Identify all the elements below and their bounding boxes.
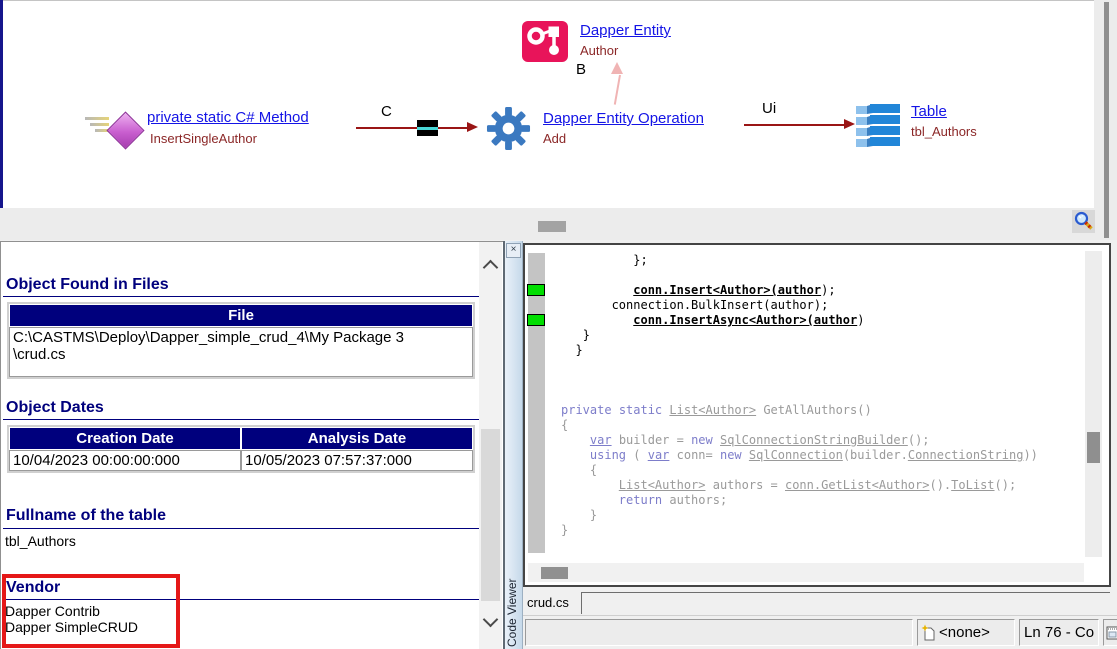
panel-scrollbar-thumb[interactable] — [481, 429, 500, 601]
red-annotation-box — [2, 574, 180, 648]
csharp-method-icon[interactable] — [106, 111, 144, 149]
tab-crud-cs[interactable]: crud.cs — [527, 595, 569, 610]
tab-border — [581, 592, 582, 614]
speed-lines-icon — [90, 123, 109, 126]
dates-table: Creation Date Analysis Date 10/04/2023 0… — [7, 425, 475, 473]
status-icon-panel[interactable] — [1103, 619, 1117, 646]
creation-date-value: 10/04/2023 00:00:00:000 — [9, 450, 241, 471]
creation-date-header: Creation Date — [9, 427, 241, 450]
code-vertical-scrollbar[interactable] — [1085, 251, 1102, 557]
status-annotation-panel: <none> — [917, 619, 1015, 646]
section-heading-object-dates: Object Dates — [6, 399, 104, 417]
code-viewer-strip-label: Code Viewer — [505, 409, 521, 649]
magnifier-icon — [1073, 211, 1094, 232]
code-lines: }; conn.Insert<Author>(author); connecti… — [528, 253, 1038, 553]
file-table: File C:\CASTMS\Deploy\Dapper_simple_crud… — [7, 302, 475, 379]
method-node-name: InsertSingleAuthor — [150, 131, 257, 146]
operation-node-name: Add — [543, 131, 566, 146]
close-icon[interactable]: × — [506, 243, 521, 258]
divider — [3, 419, 479, 420]
fullname-value: tbl_Authors — [5, 533, 76, 549]
code-horizontal-scrollbar-thumb[interactable] — [541, 567, 568, 579]
divider — [3, 528, 479, 529]
edge-line-c — [356, 127, 468, 129]
entity-node-link[interactable]: Dapper Entity — [580, 22, 671, 39]
annotation-value: <none> — [939, 624, 990, 641]
table-node-link[interactable]: Table — [911, 103, 947, 120]
analysis-date-header: Analysis Date — [241, 427, 473, 450]
line-col-value: Ln 76 - Co — [1024, 624, 1094, 641]
application-window: private static C# Method InsertSingleAut… — [0, 0, 1117, 649]
file-path-line2: \crud.cs — [13, 346, 469, 363]
section-heading-fullname: Fullname of the table — [6, 507, 166, 525]
diagram-horizontal-scrollbar-thumb[interactable] — [538, 221, 566, 232]
object-properties-panel: Object Found in Files File C:\CASTMS\Dep… — [0, 241, 503, 649]
diagram-vertical-scrollbar-thumb[interactable] — [1104, 2, 1109, 238]
entity-badge: B — [576, 61, 586, 78]
annotation-icon — [921, 624, 936, 642]
code-horizontal-scrollbar[interactable] — [528, 563, 1084, 582]
status-message-panel — [525, 619, 913, 646]
link-decoration-icon — [417, 120, 438, 136]
file-path-cell: C:\CASTMS\Deploy\Dapper_simple_crud_4\My… — [9, 327, 473, 377]
arrowhead-icon — [467, 122, 478, 132]
diagram-canvas[interactable]: private static C# Method InsertSingleAut… — [0, 0, 1117, 208]
operation-node-link[interactable]: Dapper Entity Operation — [543, 110, 704, 127]
left-accent-border — [0, 0, 3, 208]
window-icon — [1106, 624, 1117, 641]
edge-line-ui — [744, 124, 845, 126]
status-line-col-panel: Ln 76 - Co — [1019, 619, 1099, 646]
file-path-line1: C:\CASTMS\Deploy\Dapper_simple_crud_4\My… — [13, 329, 469, 346]
edge-line-entity — [614, 75, 621, 105]
table-node-name: tbl_Authors — [911, 124, 977, 139]
speed-lines-icon — [85, 117, 109, 120]
dapper-entity-icon[interactable] — [522, 21, 568, 62]
method-node-link[interactable]: private static C# Method — [147, 109, 309, 126]
zoom-button[interactable] — [1072, 210, 1095, 233]
divider — [3, 296, 479, 297]
entity-node-name: Author — [580, 43, 618, 58]
gear-icon[interactable] — [486, 106, 531, 151]
table-icon[interactable] — [856, 103, 901, 147]
edge-label-ui: Ui — [762, 100, 776, 117]
code-vertical-scrollbar-thumb[interactable] — [1087, 432, 1100, 463]
edge-label-c: C — [381, 103, 392, 120]
top-border — [0, 0, 1117, 1]
section-heading-found-in-files: Object Found in Files — [6, 276, 169, 294]
code-viewer-panel: }; conn.Insert<Author>(author); connecti… — [523, 243, 1111, 587]
analysis-date-value: 10/05/2023 07:57:37:000 — [241, 450, 473, 471]
arrowhead-up-icon — [611, 62, 623, 74]
arrowhead-icon — [844, 119, 855, 129]
tab-strip-line — [581, 592, 1110, 593]
file-table-header: File — [9, 304, 473, 327]
status-bar: <none> Ln 76 - Co — [523, 615, 1117, 649]
